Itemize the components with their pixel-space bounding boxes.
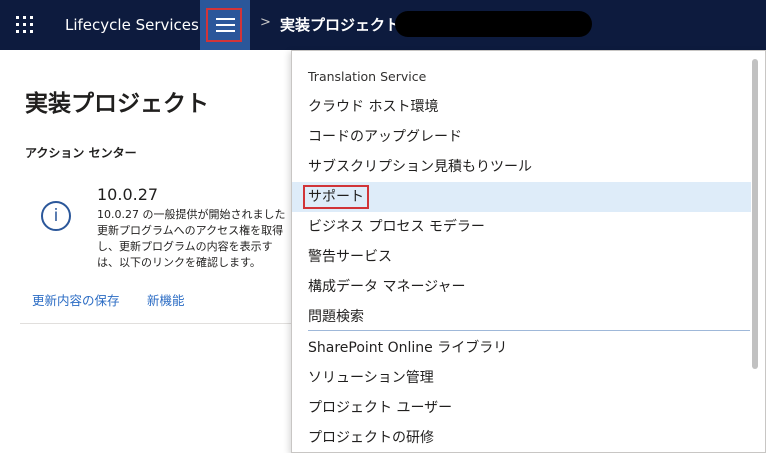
save-updates-link[interactable]: 更新内容の保存 [32,290,120,309]
action-center-title: アクション センター [25,146,137,160]
redaction-bar [395,11,592,37]
menu-item-support[interactable]: サポート [292,182,751,212]
app-title[interactable]: Lifecycle Services [65,15,199,35]
waffle-icon[interactable] [16,16,34,34]
menu-item-code-upgrade[interactable]: コードのアップグレード [292,122,751,152]
menu-item-cloud-hosted-env[interactable]: クラウド ホスト環境 [292,92,751,122]
menu-item-business-process-modeler[interactable]: ビジネス プロセス モデラー [292,212,751,242]
breadcrumb-separator: > [260,15,271,30]
menu-item-issue-search[interactable]: 問題検索 [292,302,751,332]
menu-item-config-data-manager[interactable]: 構成データ マネージャー [292,272,751,302]
menu-item-translation-service[interactable]: Translation Service [292,62,751,92]
menu-item-sharepoint-library[interactable]: SharePoint Online ライブラリ [292,333,751,363]
version-description: 10.0.27 の一般提供が開始されました 更新プログラムへのアクセス権を取得 … [97,208,286,269]
menu-item-project-users[interactable]: プロジェクト ユーザー [292,393,751,423]
menu-item-support-label: サポート [303,185,369,209]
info-icon: i [41,201,71,231]
breadcrumb-project[interactable]: 実装プロジェクト [280,14,400,35]
menu-item-project-onboarding[interactable]: プロジェクトの研修 [292,423,751,452]
menu-divider [308,330,750,331]
menu-scrollbar[interactable] [752,59,758,369]
navigation-menu: Translation Service クラウド ホスト環境 コードのアップグレ… [291,50,766,453]
menu-item-alert-service[interactable]: 警告サービス [292,242,751,272]
divider [20,323,292,324]
page-title: 実装プロジェクト [25,91,209,117]
menu-item-subscription-estimator[interactable]: サブスクリプション見積もりツール [292,152,751,182]
whats-new-link[interactable]: 新機能 [147,290,185,309]
top-bar: Lifecycle Services > 実装プロジェクト [0,0,766,50]
version-number: 10.0.27 [97,185,159,204]
hamburger-menu-button[interactable] [200,0,250,50]
menu-item-solution-management[interactable]: ソリューション管理 [292,363,751,393]
